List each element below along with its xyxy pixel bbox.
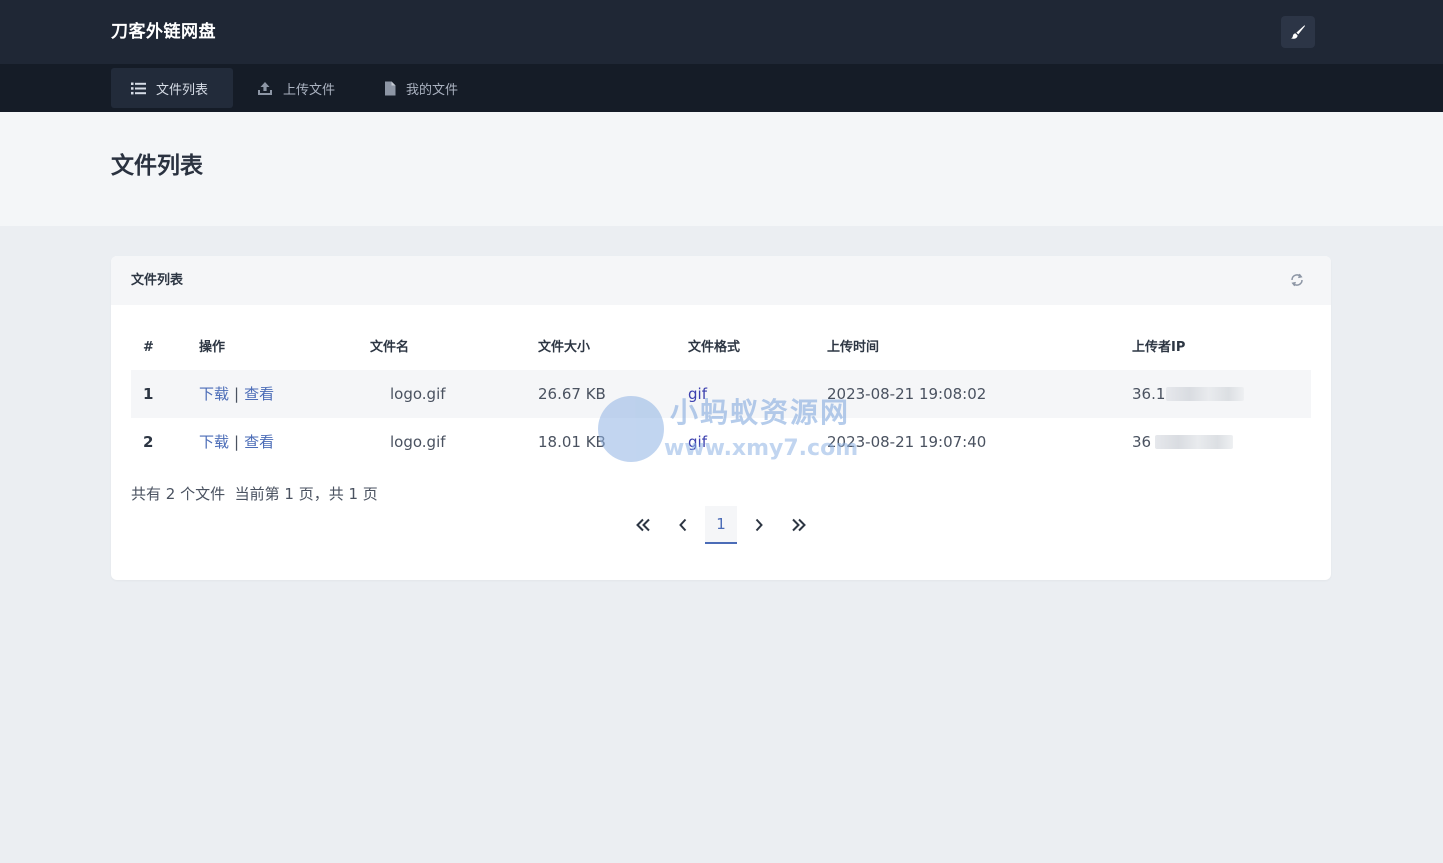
brush-icon — [1291, 25, 1305, 39]
column-header-filename: 文件名 — [370, 340, 410, 355]
download-link[interactable]: 下载 — [199, 385, 229, 403]
view-link[interactable]: 查看 — [244, 433, 274, 451]
ip-text: 36.1 — [1132, 385, 1166, 403]
next-page-button[interactable] — [743, 506, 775, 544]
refresh-icon[interactable] — [1289, 272, 1305, 292]
page-number-button[interactable]: 1 — [705, 506, 737, 544]
row-filename: logo.gif — [390, 385, 446, 403]
card-title: 文件列表 — [131, 273, 184, 288]
row-size: 18.01 KB — [538, 433, 606, 451]
row-filename: logo.gif — [390, 433, 446, 451]
column-header-format: 文件格式 — [688, 340, 741, 355]
first-page-button[interactable] — [627, 506, 659, 544]
last-page-button[interactable] — [783, 506, 815, 544]
action-separator: | — [234, 385, 240, 403]
row-actions: 下载 | 查看 — [199, 384, 274, 404]
nav-item-my-files[interactable]: 我的文件 — [364, 68, 478, 108]
row-uploader-ip: 36 — [1132, 432, 1234, 452]
chevron-left-icon — [679, 518, 687, 532]
nav-bar: 文件列表 上传文件 我的文件 — [0, 64, 1443, 112]
theme-button[interactable] — [1281, 16, 1315, 48]
chevron-right-icon — [755, 518, 763, 532]
file-icon — [384, 81, 396, 96]
row-format: gif — [688, 433, 707, 451]
row-index: 1 — [143, 385, 154, 403]
card-header: 文件列表 — [111, 256, 1331, 305]
page-title: 文件列表 — [111, 153, 203, 179]
brand-title[interactable]: 刀客外链网盘 — [111, 20, 216, 44]
column-header-upload-time: 上传时间 — [827, 340, 880, 355]
action-separator: | — [234, 433, 240, 451]
nav-item-upload[interactable]: 上传文件 — [237, 68, 355, 108]
ip-redaction — [1155, 435, 1234, 449]
row-actions: 下载 | 查看 — [199, 432, 274, 452]
nav-item-file-list[interactable]: 文件列表 — [111, 68, 233, 108]
top-header: 刀客外链网盘 — [0, 0, 1443, 64]
file-list-card: 文件列表 # 操作 文件名 文件大小 文件格式 上传时间 上传者IP 1 下载 |… — [111, 256, 1331, 580]
column-header-size: 文件大小 — [538, 340, 591, 355]
row-upload-time: 2023-08-21 19:07:40 — [827, 433, 987, 451]
page-header: 文件列表 — [0, 112, 1443, 226]
prev-page-button[interactable] — [667, 506, 699, 544]
row-upload-time: 2023-08-21 19:08:02 — [827, 385, 987, 403]
table-row: 1 下载 | 查看 logo.gif 26.67 KB gif 2023-08-21… — [131, 370, 1311, 418]
table-row: 2 下载 | 查看 logo.gif 18.01 KB gif 2023-08-21… — [131, 418, 1311, 466]
row-index: 2 — [143, 433, 154, 451]
nav-item-label: 上传文件 — [283, 82, 336, 98]
row-size: 26.67 KB — [538, 385, 606, 403]
ip-redaction — [1166, 387, 1245, 401]
nav-item-label: 文件列表 — [156, 82, 209, 98]
column-header-index: # — [143, 340, 154, 355]
upload-icon — [257, 81, 273, 96]
column-header-uploader-ip: 上传者IP — [1132, 340, 1186, 355]
column-header-actions: 操作 — [199, 340, 226, 355]
list-icon — [131, 82, 146, 95]
row-uploader-ip: 36.1 — [1132, 384, 1245, 404]
pagination: 1 — [627, 506, 817, 544]
download-link[interactable]: 下载 — [199, 433, 229, 451]
nav-item-label: 我的文件 — [406, 82, 459, 98]
double-chevron-right-icon — [792, 518, 806, 532]
ip-text: 36 — [1132, 433, 1152, 451]
file-summary: 共有 2 个文件 当前第 1 页，共 1 页 — [131, 485, 378, 503]
double-chevron-left-icon — [636, 518, 650, 532]
row-format: gif — [688, 385, 707, 403]
view-link[interactable]: 查看 — [244, 385, 274, 403]
